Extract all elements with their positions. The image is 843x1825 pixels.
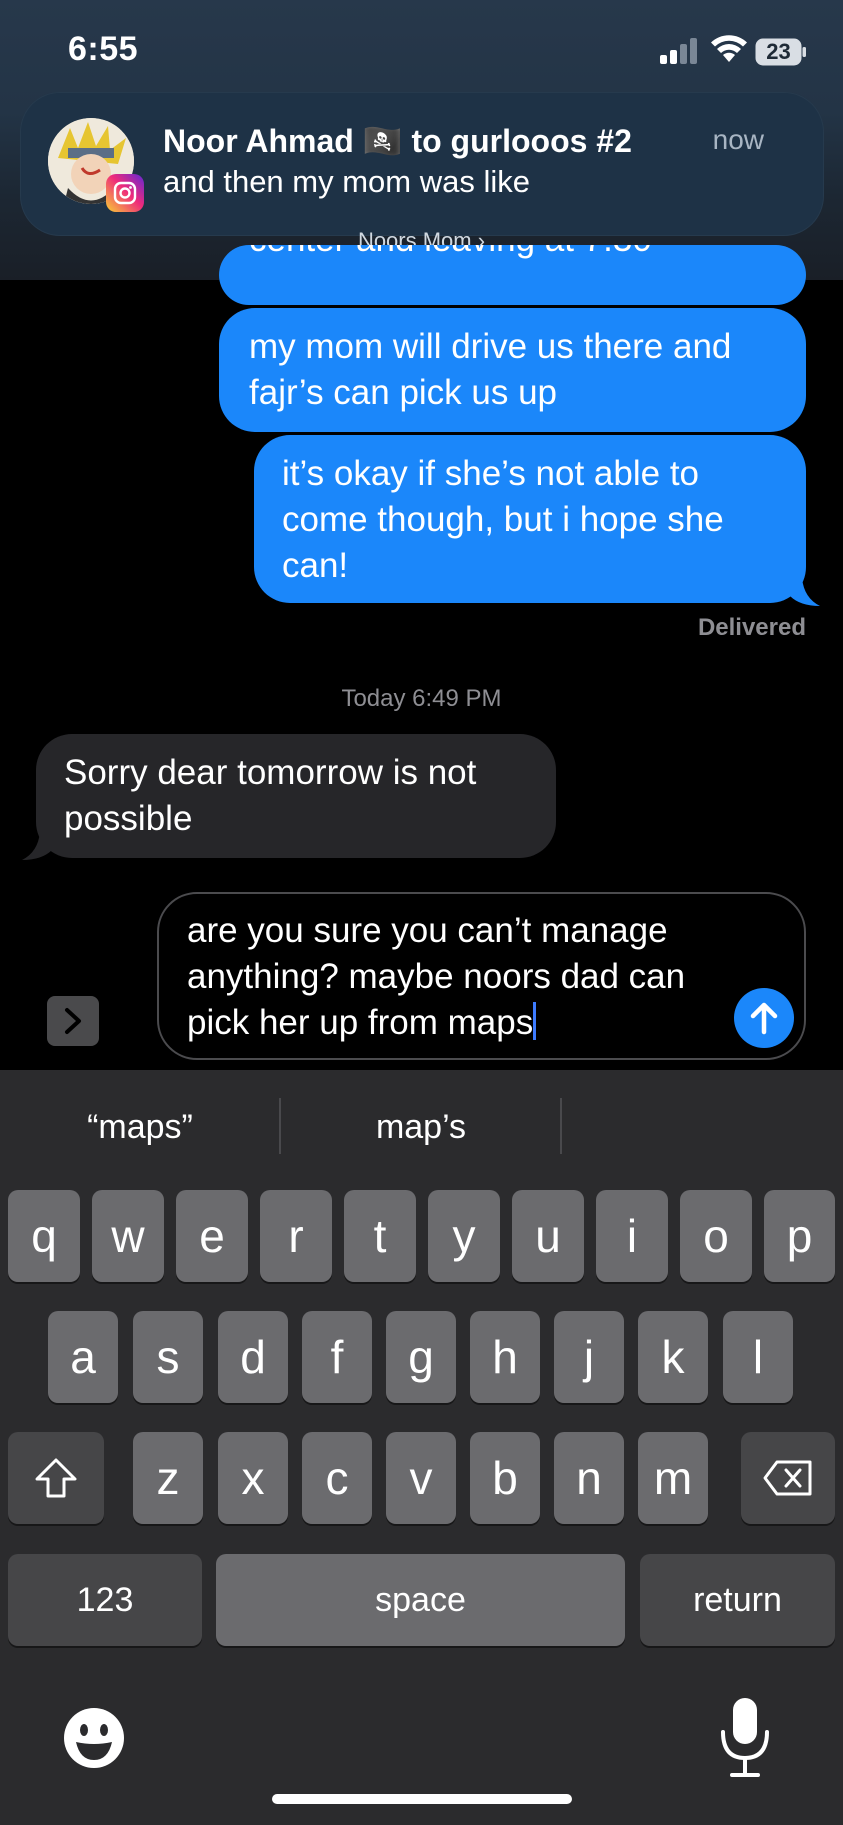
space-key[interactable]: space — [216, 1554, 625, 1646]
return-key[interactable]: return — [640, 1554, 835, 1646]
key-f[interactable]: f — [302, 1311, 372, 1403]
notification-banner[interactable]: Noor Ahmad 🏴‍☠️ to gurlooos #2 and then … — [20, 92, 824, 236]
key-e[interactable]: e — [176, 1190, 248, 1282]
message-input-text: are you sure you can’t manage anything? … — [187, 911, 686, 1042]
shift-key[interactable] — [8, 1432, 104, 1524]
key-w[interactable]: w — [92, 1190, 164, 1282]
numbers-key[interactable]: 123 — [8, 1554, 202, 1646]
suggestion-3[interactable] — [562, 1100, 843, 1154]
message-text: center and leaving at 7:30 — [249, 245, 776, 263]
key-y[interactable]: y — [428, 1190, 500, 1282]
key-g[interactable]: g — [386, 1311, 456, 1403]
suggestion-1[interactable]: “maps” — [0, 1100, 280, 1154]
emoji-icon[interactable] — [62, 1706, 126, 1770]
notification-body: and then my mom was like — [163, 164, 530, 199]
message-text: Sorry dear tomorrow is not possible — [64, 753, 477, 838]
key-m[interactable]: m — [638, 1432, 708, 1524]
expand-apps-button[interactable] — [47, 996, 99, 1046]
message-timestamp: Today 6:49 PM — [341, 685, 502, 712]
arrow-up-icon — [750, 1002, 778, 1035]
key-q[interactable]: q — [8, 1190, 80, 1282]
key-o[interactable]: o — [680, 1190, 752, 1282]
message-input[interactable]: are you sure you can’t manage anything? … — [157, 892, 806, 1060]
key-v[interactable]: v — [386, 1432, 456, 1524]
key-s[interactable]: s — [133, 1311, 203, 1403]
key-c[interactable]: c — [302, 1432, 372, 1524]
key-i[interactable]: i — [596, 1190, 668, 1282]
microphone-icon[interactable] — [718, 1696, 772, 1780]
delete-icon — [763, 1460, 812, 1496]
key-a[interactable]: a — [48, 1311, 118, 1403]
key-d[interactable]: d — [218, 1311, 288, 1403]
message-bubble-outgoing[interactable]: center and leaving at 7:30 — [219, 245, 806, 305]
notification-time: now — [712, 124, 764, 155]
wifi-icon — [711, 35, 747, 62]
cellular-signal-icon — [660, 38, 697, 64]
key-z[interactable]: z — [133, 1432, 203, 1524]
notification-title: Noor Ahmad 🏴‍☠️ to gurlooos #2 — [163, 123, 632, 159]
message-bubble-outgoing[interactable]: it’s okay if she’s not able to come thou… — [254, 435, 806, 603]
key-r[interactable]: r — [260, 1190, 332, 1282]
key-k[interactable]: k — [638, 1311, 708, 1403]
delivered-status: Delivered — [697, 614, 806, 641]
key-l[interactable]: l — [723, 1311, 793, 1403]
key-t[interactable]: t — [344, 1190, 416, 1282]
battery-level: 23 — [766, 39, 791, 64]
status-time: 6:55 — [68, 30, 139, 68]
battery-icon: 23 — [755, 38, 807, 66]
instagram-icon — [106, 174, 144, 212]
key-x[interactable]: x — [218, 1432, 288, 1524]
shift-icon — [35, 1458, 77, 1498]
key-n[interactable]: n — [554, 1432, 624, 1524]
chevron-right-icon — [65, 1008, 81, 1034]
delete-key[interactable] — [741, 1432, 835, 1524]
message-text: my mom will drive us there and fajr’s ca… — [249, 327, 732, 412]
bubble-tail-incoming — [22, 832, 52, 860]
key-b[interactable]: b — [470, 1432, 540, 1524]
message-text: it’s okay if she’s not able to come thou… — [282, 454, 724, 585]
key-h[interactable]: h — [470, 1311, 540, 1403]
suggestion-2[interactable]: map’s — [281, 1100, 561, 1154]
message-bubble-outgoing[interactable]: my mom will drive us there and fajr’s ca… — [219, 308, 806, 432]
message-bubble-incoming[interactable]: Sorry dear tomorrow is not possible — [36, 734, 556, 858]
bubble-tail-outgoing — [790, 578, 820, 606]
send-button[interactable] — [734, 988, 794, 1048]
key-j[interactable]: j — [554, 1311, 624, 1403]
key-u[interactable]: u — [512, 1190, 584, 1282]
home-indicator[interactable] — [272, 1794, 572, 1804]
key-p[interactable]: p — [764, 1190, 835, 1282]
text-caret — [533, 1002, 537, 1040]
